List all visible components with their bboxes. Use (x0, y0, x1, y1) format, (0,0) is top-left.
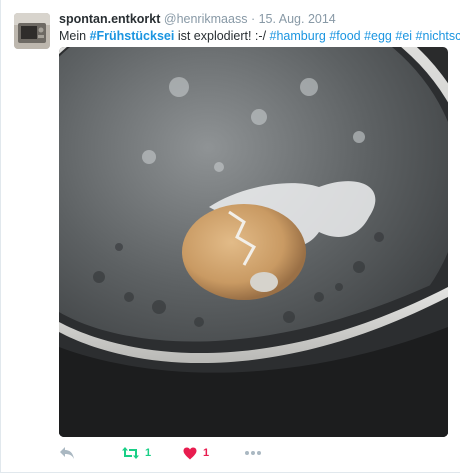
tweet-photo[interactable] (59, 47, 448, 437)
hashtag-fruehstuecksei[interactable]: #Frühstücksei (90, 29, 175, 43)
hashtag-food[interactable]: #food (329, 29, 360, 43)
egg-photo-illustration (59, 47, 448, 437)
reply-button[interactable] (59, 444, 75, 462)
text-prefix: Mein (59, 29, 90, 43)
hashtag-ei[interactable]: #ei (395, 29, 412, 43)
separator: · (250, 12, 256, 26)
display-name[interactable]: spontan.entkorkt (59, 12, 160, 26)
hashtag-egg[interactable]: #egg (364, 29, 392, 43)
text-middle: ist explodiert! :-/ (174, 29, 270, 43)
heart-icon (183, 447, 197, 459)
hashtag-nichtschoen[interactable]: #nichtschön (416, 29, 460, 43)
retweet-count: 1 (145, 447, 152, 459)
more-button[interactable] (245, 444, 261, 462)
like-count: 1 (203, 447, 210, 459)
avatar[interactable] (14, 13, 50, 49)
hashtag-hamburg[interactable]: #hamburg (270, 29, 326, 43)
retweet-icon (122, 447, 139, 459)
tweet-date[interactable]: 15. Aug. 2014 (259, 12, 336, 26)
avatar-image (14, 13, 50, 49)
like-button[interactable]: 1 (183, 444, 209, 462)
tweet-header: spontan.entkorkt @henrikmaass · 15. Aug.… (59, 12, 336, 26)
more-icon (245, 451, 261, 455)
retweet-button[interactable]: 1 (122, 444, 151, 462)
tweet-card: spontan.entkorkt @henrikmaass · 15. Aug.… (0, 0, 460, 473)
tweet-text: Mein #Frühstücksei ist explodiert! :-/ #… (59, 29, 460, 43)
tweet-actions: 1 1 (59, 444, 439, 462)
user-handle[interactable]: @henrikmaass (164, 12, 248, 26)
reply-icon (60, 447, 74, 459)
